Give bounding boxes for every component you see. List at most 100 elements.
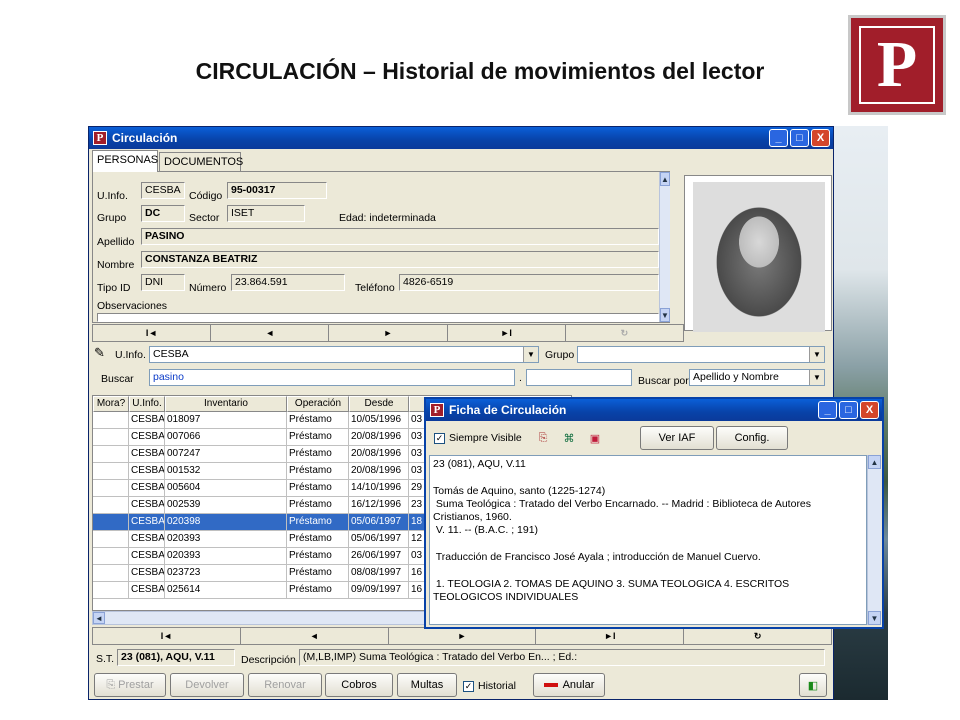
- cobros-button[interactable]: Cobros: [325, 673, 393, 697]
- tipoid-label: Tipo ID: [97, 282, 131, 294]
- sector-field[interactable]: ISET: [227, 205, 305, 222]
- tab-personas[interactable]: PERSONAS: [92, 150, 158, 172]
- cell-uinfo: CESBA: [129, 463, 165, 480]
- maximize-button[interactable]: □: [790, 129, 809, 147]
- column-mora[interactable]: Mora?: [93, 396, 129, 412]
- maximize-button[interactable]: □: [839, 401, 858, 419]
- person-panel: U.Info. CESBA Código 95-00317 Grupo DC S…: [92, 171, 670, 323]
- catalog-record-text[interactable]: 23 (081), AQU, V.11 Tomás de Aquino, san…: [429, 455, 867, 625]
- cell-inventario: 023723: [165, 565, 287, 582]
- config-button[interactable]: Config.: [716, 426, 788, 450]
- cell-operacion: Préstamo: [287, 412, 349, 429]
- telefono-field[interactable]: 4826-6519: [399, 274, 659, 291]
- st-label: S.T.: [96, 653, 115, 665]
- cell-inventario: 002539: [165, 497, 287, 514]
- search-input[interactable]: pasino: [149, 369, 515, 386]
- checkbox-icon[interactable]: ✓: [434, 432, 445, 444]
- minimize-button[interactable]: _: [818, 401, 837, 419]
- cell-mora: [93, 548, 129, 565]
- search-input-secondary[interactable]: [526, 369, 632, 386]
- descripcion-field[interactable]: (M,LB,IMP) Suma Teológica : Tratado del …: [299, 649, 825, 666]
- codigo-field[interactable]: 95-00317: [227, 182, 327, 199]
- tab-documentos[interactable]: DOCUMENTOS: [159, 152, 243, 172]
- exit-icon[interactable]: ◧: [799, 673, 827, 697]
- cell-operacion: Préstamo: [287, 582, 349, 599]
- anular-button[interactable]: Anular: [533, 673, 605, 697]
- prestar-icon: ⎘: [106, 678, 116, 691]
- apellido-label: Apellido: [97, 236, 135, 248]
- apellido-field[interactable]: PASINO: [141, 228, 659, 245]
- chevron-down-icon[interactable]: ▼: [523, 347, 538, 362]
- observaciones-label: Observaciones: [97, 300, 168, 312]
- chevron-down-icon[interactable]: ▼: [809, 347, 824, 362]
- uinfo-field[interactable]: CESBA: [141, 182, 185, 199]
- cell-uinfo: CESBA: [129, 582, 165, 599]
- window-titlebar[interactable]: P Circulación _ □ X: [89, 127, 833, 149]
- cell-operacion: Préstamo: [287, 429, 349, 446]
- tree-icon[interactable]: ⌘: [560, 429, 578, 447]
- cell-inventario: 005604: [165, 480, 287, 497]
- column-uinfo[interactable]: U.Info.: [129, 396, 165, 412]
- cell-operacion: Préstamo: [287, 514, 349, 531]
- brand-logo: P: [848, 15, 946, 115]
- next-record-button[interactable]: ►: [329, 325, 448, 341]
- cell-uinfo: CESBA: [129, 565, 165, 582]
- column-desde[interactable]: Desde: [349, 396, 409, 412]
- siempre-visible-checkbox[interactable]: ✓ Siempre Visible: [434, 432, 522, 444]
- ficha-title: Ficha de Circulación: [449, 403, 567, 417]
- prestar-button[interactable]: ⎘ Prestar: [94, 673, 166, 697]
- separator-dot: .: [519, 372, 522, 384]
- person-scrollbar[interactable]: ▲ ▼: [659, 172, 670, 322]
- chevron-down-icon[interactable]: ▼: [809, 370, 824, 385]
- edit-icon[interactable]: ✎: [94, 345, 105, 361]
- scroll-up-icon[interactable]: ▲: [868, 455, 881, 469]
- first-record-button[interactable]: I◄: [93, 325, 212, 341]
- nombre-field[interactable]: CONSTANZA BEATRIZ: [141, 251, 659, 268]
- last-record-button[interactable]: ►I: [447, 325, 566, 341]
- st-field[interactable]: 23 (081), AQU, V.11: [117, 649, 235, 666]
- refresh-icon[interactable]: ↻: [565, 325, 684, 341]
- ficha-scrollbar[interactable]: ▲ ▼: [867, 455, 881, 625]
- cell-desde: 08/08/1997: [349, 565, 409, 582]
- minimize-button[interactable]: _: [769, 129, 788, 147]
- multas-button[interactable]: Multas: [397, 673, 457, 697]
- close-button[interactable]: X: [811, 129, 830, 147]
- numero-field[interactable]: 23.864.591: [231, 274, 345, 291]
- copy-icon[interactable]: ⎘: [534, 429, 552, 447]
- column-operacion[interactable]: Operación: [287, 396, 349, 412]
- column-inventario[interactable]: Inventario: [165, 396, 287, 412]
- last-record-button[interactable]: ►I: [536, 628, 685, 644]
- cell-desde: 20/08/1996: [349, 429, 409, 446]
- historial-checkbox[interactable]: ✓ Historial: [463, 680, 516, 692]
- window-title: Circulación: [112, 131, 178, 145]
- cell-inventario: 001532: [165, 463, 287, 480]
- descripcion-label: Descripción: [241, 654, 296, 666]
- filter-grupo-select[interactable]: ▼: [577, 346, 825, 363]
- tipoid-field[interactable]: DNI: [141, 274, 185, 291]
- siempre-visible-label: Siempre Visible: [449, 432, 522, 444]
- refresh-icon[interactable]: ↻: [684, 628, 831, 644]
- buscarpor-select[interactable]: Apellido y Nombre ▼: [689, 369, 825, 386]
- scroll-up-icon[interactable]: ▲: [660, 172, 670, 186]
- prev-record-button[interactable]: ◄: [240, 628, 389, 644]
- grupo-field[interactable]: DC: [141, 205, 185, 222]
- scroll-down-icon[interactable]: ▼: [660, 308, 670, 322]
- next-record-button[interactable]: ►: [388, 628, 537, 644]
- scroll-left-icon[interactable]: ◄: [93, 612, 105, 624]
- ficha-window: P Ficha de Circulación _ □ X ✓ Siempre Vi…: [424, 397, 884, 629]
- close-button[interactable]: X: [860, 401, 879, 419]
- devolver-button[interactable]: Devolver: [170, 673, 244, 697]
- save-icon[interactable]: ▣: [586, 429, 604, 447]
- first-record-button[interactable]: I◄: [93, 628, 241, 644]
- filter-uinfo-select[interactable]: CESBA ▼: [149, 346, 539, 363]
- ficha-titlebar[interactable]: P Ficha de Circulación _ □ X: [426, 399, 882, 421]
- renovar-button[interactable]: Renovar: [248, 673, 322, 697]
- cell-uinfo: CESBA: [129, 514, 165, 531]
- cell-mora: [93, 565, 129, 582]
- scroll-down-icon[interactable]: ▼: [868, 611, 881, 625]
- ver-iaf-button[interactable]: Ver IAF: [640, 426, 714, 450]
- checkbox-icon[interactable]: ✓: [463, 680, 474, 692]
- prev-record-button[interactable]: ◄: [211, 325, 330, 341]
- historial-label: Historial: [478, 680, 516, 692]
- observaciones-field[interactable]: [97, 313, 659, 322]
